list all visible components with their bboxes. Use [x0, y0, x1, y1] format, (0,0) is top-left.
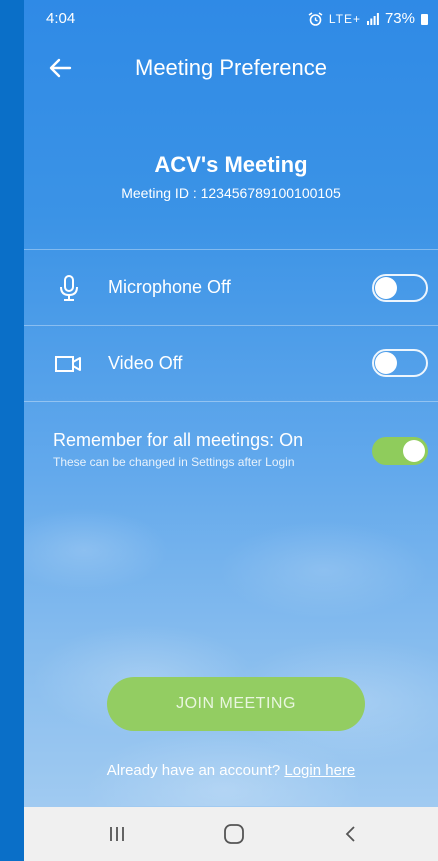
join-meeting-button[interactable]: JOIN MEETING	[107, 677, 365, 731]
video-camera-icon	[54, 350, 84, 378]
home-icon[interactable]	[221, 822, 247, 846]
divider	[24, 401, 438, 402]
toggle-knob	[403, 440, 425, 462]
page-title: Meeting Preference	[135, 55, 327, 80]
meeting-id: Meeting ID : 123456789100100105	[121, 185, 341, 201]
app-screen: 4:04 LTE+ 73% Meeting Preference ACV's M…	[24, 0, 438, 861]
battery-icon	[421, 14, 428, 25]
meeting-name: ACV's Meeting	[154, 152, 308, 177]
status-bar: 4:04 LTE+ 73%	[24, 0, 438, 38]
status-indicators: LTE+ 73%	[308, 10, 428, 27]
microphone-row: Microphone Off	[24, 250, 438, 325]
video-toggle[interactable]	[372, 349, 428, 377]
back-chevron-icon[interactable]	[338, 822, 364, 846]
system-nav-bar	[24, 807, 438, 861]
remember-toggle[interactable]	[372, 437, 428, 465]
microphone-icon	[54, 274, 84, 302]
microphone-label: Microphone Off	[108, 277, 231, 297]
network-type: LTE+	[328, 11, 361, 26]
meeting-info: ACV's Meeting Meeting ID : 1234567891001…	[24, 152, 438, 201]
app-header: Meeting Preference	[24, 44, 438, 92]
cloud-background	[24, 430, 438, 806]
status-time: 4:04	[46, 10, 76, 27]
toggle-knob	[375, 352, 397, 374]
toggle-knob	[375, 277, 397, 299]
battery-percent: 73%	[384, 10, 415, 27]
remember-title: Remember for all meetings: On	[53, 430, 304, 450]
alarm-icon	[308, 11, 323, 26]
microphone-toggle[interactable]	[372, 274, 428, 302]
login-prompt-line: Already have an account? Login here	[24, 762, 438, 779]
login-prompt: Already have an account?	[106, 762, 285, 779]
remember-setting: Remember for all meetings: On These can …	[53, 430, 303, 469]
video-label: Video Off	[108, 353, 183, 373]
remember-subtitle: These can be changed in Settings after L…	[53, 455, 295, 469]
recent-apps-icon[interactable]	[104, 822, 130, 846]
video-row: Video Off	[24, 326, 438, 401]
signal-icon	[366, 12, 379, 25]
login-link[interactable]: Login here	[284, 762, 355, 779]
